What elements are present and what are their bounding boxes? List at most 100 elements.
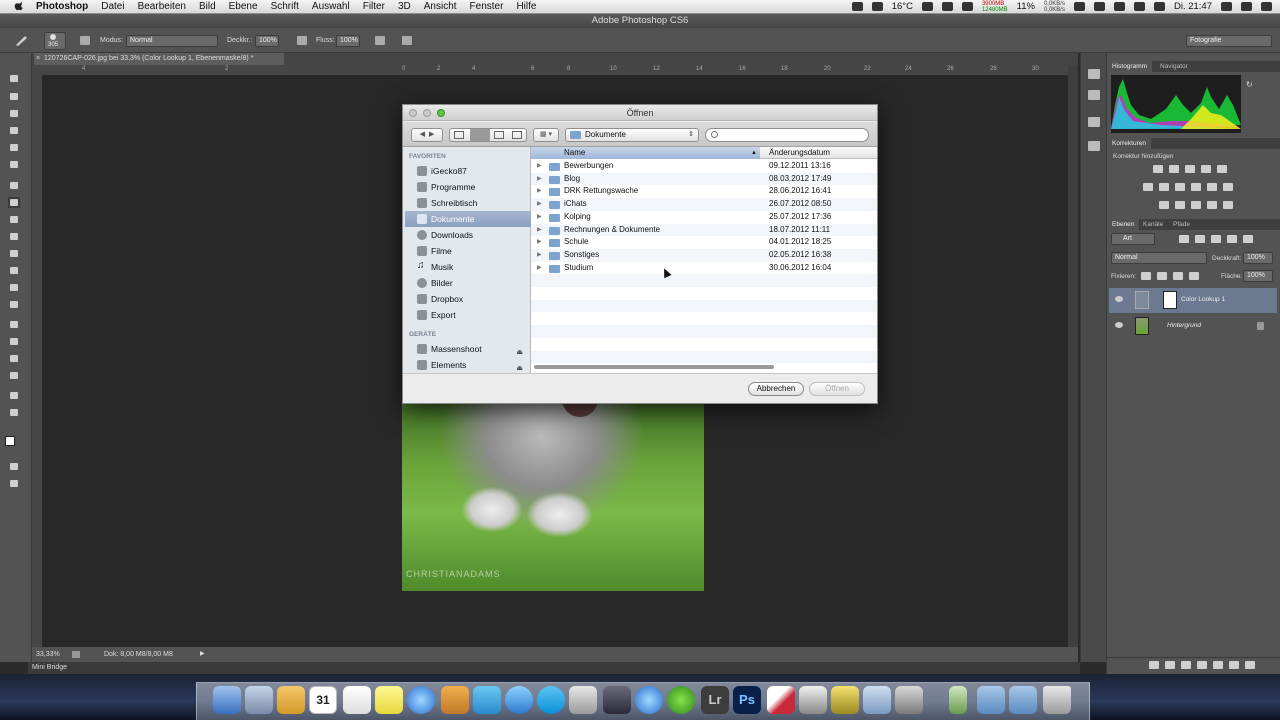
file-row[interactable]: ▶ Rechnungen & Dokumente 18.07.2012 11:11 <box>531 223 877 237</box>
selective-color-adjustment-icon[interactable] <box>1207 201 1217 209</box>
lock-all-icon[interactable] <box>1189 272 1199 280</box>
spotify-icon[interactable] <box>667 686 695 714</box>
sidebar-item-bilder[interactable]: Bilder <box>405 275 531 291</box>
column-header-name[interactable]: Name ▲ <box>531 147 760 159</box>
bluetooth-icon[interactable] <box>1093 2 1105 11</box>
column-view-icon[interactable] <box>494 131 504 139</box>
finder-icon[interactable] <box>213 686 241 714</box>
delete-layer-icon[interactable] <box>1245 661 1255 669</box>
shape-tool-icon[interactable] <box>8 370 20 381</box>
sidebar-item-schreibtisch[interactable]: Schreibtisch <box>405 195 531 211</box>
mini-bridge-tab[interactable]: Mini Bridge <box>28 662 1080 674</box>
layer-row[interactable]: Color Lookup 1 <box>1109 288 1277 313</box>
twitter-icon[interactable] <box>473 686 501 714</box>
tab-ebenen[interactable]: Ebenen <box>1107 219 1140 230</box>
location-popup[interactable]: Dokumente ⇕ <box>565 128 699 142</box>
cancel-button[interactable]: Abbrechen <box>748 382 804 396</box>
clock[interactable]: Di. 21:47 <box>1174 1 1212 12</box>
disclosure-triangle-icon[interactable]: ▶ <box>537 249 542 262</box>
stickies-icon[interactable] <box>375 686 403 714</box>
properties-panel-icon[interactable] <box>1088 141 1100 151</box>
sidebar-item-programme[interactable]: Programme <box>405 179 531 195</box>
clone-stamp-tool-icon[interactable] <box>8 214 20 225</box>
file-row[interactable]: ▶ Sonstiges 02.05.2012 16:38 <box>531 248 877 262</box>
menu-hilfe[interactable]: Hilfe <box>516 1 536 12</box>
file-row[interactable]: ▶ Schule 04.01.2012 18:25 <box>531 236 877 249</box>
twitter-icon[interactable] <box>961 2 973 11</box>
arrange-button[interactable]: ▦ ▾ <box>533 128 559 142</box>
applications-folder-icon[interactable] <box>977 686 1005 714</box>
memory-meter[interactable]: 3900MB 12480MB <box>982 1 1008 13</box>
sidebar-item-export[interactable]: Export <box>405 307 531 323</box>
imovie-star-icon[interactable] <box>831 686 859 714</box>
file-row[interactable]: ▶ Kolping 25.07.2012 17:36 <box>531 211 877 224</box>
file-row[interactable]: ▶ Studium 30.06.2012 16:04 <box>531 262 877 275</box>
lock-pixels-icon[interactable] <box>1157 272 1167 280</box>
menu-3d[interactable]: 3D <box>398 1 411 12</box>
sidebar-item-igecko87[interactable]: iGecko87 <box>405 163 531 179</box>
eyedropper-tool-icon[interactable] <box>8 159 20 170</box>
sidebar-item-dokumente[interactable]: Dokumente <box>405 211 531 227</box>
filter-adjustment-icon[interactable] <box>1195 235 1205 243</box>
calendar-icon[interactable]: 31 <box>309 686 337 714</box>
document-tab[interactable]: × 120726CAP-026.jpg bei 33,3% (Color Loo… <box>34 53 284 65</box>
tab-kanaele[interactable]: Kanäle <box>1138 219 1168 230</box>
quill-icon[interactable] <box>603 686 631 714</box>
vibrance-adjustment-icon[interactable] <box>1217 165 1227 173</box>
tab-pfade[interactable]: Pfade <box>1168 219 1195 230</box>
new-layer-icon[interactable] <box>1229 661 1239 669</box>
vertical-scrollbar[interactable] <box>1068 65 1078 647</box>
file-row[interactable]: ▶ DRK Rettungswache 28.06.2012 16:41 <box>531 185 877 198</box>
menu-bearbeiten[interactable]: Bearbeiten <box>138 1 186 12</box>
workspace-select[interactable]: Fotografie <box>1186 35 1272 47</box>
battery-icon[interactable] <box>1153 2 1165 11</box>
pressure-size-icon[interactable] <box>402 36 412 45</box>
notification-center-icon[interactable] <box>1261 2 1272 11</box>
back-icon[interactable]: ◀ <box>420 131 425 138</box>
forward-icon[interactable]: ▶ <box>429 131 434 138</box>
dodge-tool-icon[interactable] <box>8 299 20 310</box>
fluss-input[interactable]: 100% <box>336 35 360 47</box>
lasso-tool-icon[interactable] <box>8 108 20 119</box>
hand-tool-icon[interactable] <box>8 390 20 401</box>
dropbox-icon[interactable] <box>871 2 883 11</box>
menu-photoshop[interactable]: Photoshop <box>36 1 88 12</box>
deckkraft-input[interactable]: 100% <box>255 35 279 47</box>
sidebar-item-musik[interactable]: ♫ Musik <box>405 259 531 275</box>
visibility-eye-icon[interactable] <box>1115 322 1123 328</box>
lightroom-icon[interactable]: Lr <box>701 686 729 714</box>
spotlight-icon[interactable] <box>1241 2 1252 11</box>
skype-icon[interactable] <box>537 686 565 714</box>
layer-filter-select[interactable]: Art <box>1111 233 1155 245</box>
sidebar-item-filme[interactable]: Filme <box>405 243 531 259</box>
flickr-uploadr-icon[interactable] <box>767 686 795 714</box>
open-button[interactable]: Öffnen <box>809 382 865 396</box>
visibility-eye-icon[interactable] <box>1115 296 1123 302</box>
healing-brush-tool-icon[interactable] <box>8 180 20 191</box>
exposure-adjustment-icon[interactable] <box>1201 165 1211 173</box>
link-layers-icon[interactable] <box>1149 661 1159 669</box>
brightness-adjustment-icon[interactable] <box>1153 165 1163 173</box>
minimize-button[interactable] <box>423 109 431 117</box>
evernote-icon[interactable] <box>921 2 933 11</box>
document-image[interactable]: CHRISTIANADAMS <box>402 397 704 591</box>
actions-panel-icon[interactable] <box>1088 90 1100 100</box>
layer-row[interactable]: Hintergrund <box>1109 314 1277 339</box>
histogram-menu-icon[interactable]: ↻ <box>1246 80 1253 89</box>
search-field[interactable] <box>705 128 869 142</box>
modus-select[interactable]: Normal <box>126 35 218 47</box>
list-view-icon[interactable] <box>470 129 490 141</box>
horizontal-scrollbar[interactable] <box>531 363 877 371</box>
lock-transparency-icon[interactable] <box>1141 272 1151 280</box>
status-menu-arrow-icon[interactable]: ▶ <box>200 647 205 662</box>
color-balance-adjustment-icon[interactable] <box>1159 183 1169 191</box>
zoom-tool-icon[interactable] <box>8 407 20 418</box>
preview-icon[interactable] <box>863 686 891 714</box>
view-mode-buttons[interactable] <box>449 128 527 142</box>
menu-filter[interactable]: Filter <box>363 1 385 12</box>
disclosure-triangle-icon[interactable]: ▶ <box>537 211 542 224</box>
network-meter[interactable]: 0,0KB/s 0,0KB/s <box>1044 1 1065 13</box>
eraser-tool-icon[interactable] <box>8 248 20 259</box>
sidebar-item-massenshoot[interactable]: Massenshoot ⏏ <box>405 341 531 357</box>
layer-style-icon[interactable] <box>1165 661 1175 669</box>
